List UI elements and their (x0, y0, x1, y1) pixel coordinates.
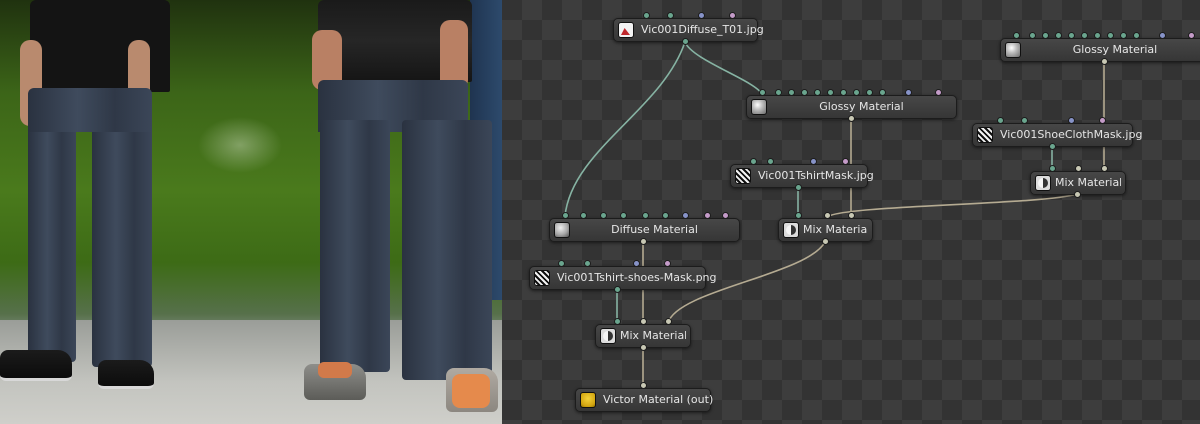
input-socket[interactable] (662, 212, 669, 219)
mix-material-icon (1035, 175, 1051, 191)
output-socket[interactable] (1074, 191, 1081, 198)
node-editor-canvas[interactable]: Vic001Diffuse_T01.jpg Glossy Material Gl… (502, 0, 1200, 424)
output-socket[interactable] (640, 344, 647, 351)
input-socket[interactable] (827, 89, 834, 96)
mask-texture-icon (735, 168, 751, 184)
input-socket[interactable] (682, 212, 689, 219)
input-socket[interactable] (620, 212, 627, 219)
node-label: Mix Material (803, 223, 868, 236)
input-socket[interactable] (814, 89, 821, 96)
input-socket[interactable] (1068, 32, 1075, 39)
input-socket[interactable] (558, 260, 565, 267)
output-socket[interactable] (614, 286, 621, 293)
input-socket[interactable] (580, 212, 587, 219)
mask-texture-icon (977, 127, 993, 143)
wire-diffuse-tex-to-glossy (684, 41, 763, 95)
input-socket[interactable] (879, 89, 886, 96)
input-socket[interactable] (853, 89, 860, 96)
input-socket[interactable] (905, 89, 912, 96)
input-socket[interactable] (759, 89, 766, 96)
input-socket[interactable] (840, 89, 847, 96)
wire-diffuse-tex-to-diffuse (564, 41, 686, 217)
node-glossy-material-2[interactable]: Glossy Material (1000, 38, 1200, 62)
input-socket[interactable] (614, 318, 621, 325)
input-socket[interactable] (642, 212, 649, 219)
mix-material-icon (600, 328, 616, 344)
input-socket[interactable] (1068, 117, 1075, 124)
input-socket[interactable] (1133, 32, 1140, 39)
input-socket[interactable] (1094, 32, 1101, 39)
input-socket[interactable] (698, 12, 705, 19)
input-socket[interactable] (667, 12, 674, 19)
input-socket[interactable] (750, 158, 757, 165)
input-socket[interactable] (704, 212, 711, 219)
sphere-material-icon (1005, 42, 1021, 58)
input-socket[interactable] (1075, 165, 1082, 172)
input-socket[interactable] (866, 89, 873, 96)
output-socket[interactable] (795, 184, 802, 191)
input-socket[interactable] (767, 158, 774, 165)
input-socket[interactable] (810, 158, 817, 165)
sphere-material-icon (554, 222, 570, 238)
sphere-material-icon (751, 99, 767, 115)
input-socket[interactable] (795, 212, 802, 219)
input-socket[interactable] (1159, 32, 1166, 39)
input-socket[interactable] (1055, 32, 1062, 39)
output-socket[interactable] (822, 238, 829, 245)
mix-material-icon (783, 222, 799, 238)
app-window: Vic001Diffuse_T01.jpg Glossy Material Gl… (0, 0, 1200, 424)
input-socket[interactable] (1120, 32, 1127, 39)
output-socket[interactable] (1101, 58, 1108, 65)
node-label: Vic001TshirtMask.jpg (758, 169, 874, 182)
input-socket[interactable] (584, 260, 591, 267)
input-socket[interactable] (640, 318, 647, 325)
node-label: Diffuse Material (611, 223, 698, 236)
output-material-icon (580, 392, 596, 408)
input-socket[interactable] (1101, 165, 1108, 172)
output-socket[interactable] (682, 38, 689, 45)
input-socket[interactable] (643, 12, 650, 19)
input-socket[interactable] (633, 260, 640, 267)
input-socket[interactable] (997, 117, 1004, 124)
node-label: Vic001ShoeClothMask.jpg (1000, 128, 1143, 141)
node-label: Victor Material (out) (603, 393, 714, 406)
input-socket[interactable] (722, 212, 729, 219)
input-socket[interactable] (1029, 32, 1036, 39)
node-label: Vic001Diffuse_T01.jpg (641, 23, 764, 36)
input-socket[interactable] (775, 89, 782, 96)
input-socket[interactable] (848, 212, 855, 219)
node-label: Mix Material (620, 329, 686, 342)
input-socket[interactable] (1188, 32, 1195, 39)
input-socket[interactable] (1099, 117, 1106, 124)
input-socket[interactable] (1081, 32, 1088, 39)
input-socket[interactable] (562, 212, 569, 219)
image-texture-icon (618, 22, 634, 38)
input-socket[interactable] (729, 12, 736, 19)
input-socket[interactable] (824, 212, 831, 219)
output-socket[interactable] (640, 238, 647, 245)
input-socket[interactable] (1107, 32, 1114, 39)
input-socket[interactable] (788, 89, 795, 96)
mask-texture-icon (534, 270, 550, 286)
output-socket[interactable] (1049, 143, 1056, 150)
input-socket[interactable] (1021, 117, 1028, 124)
node-output-material[interactable]: Victor Material (out) (575, 388, 714, 412)
node-label: Mix Material (1055, 176, 1121, 189)
input-socket[interactable] (801, 89, 808, 96)
input-socket[interactable] (935, 89, 942, 96)
input-socket[interactable] (640, 382, 647, 389)
output-socket[interactable] (848, 115, 855, 122)
input-socket[interactable] (1013, 32, 1020, 39)
input-socket[interactable] (1042, 32, 1049, 39)
input-socket[interactable] (842, 158, 849, 165)
input-socket[interactable] (665, 318, 672, 325)
render-viewport[interactable] (0, 0, 502, 424)
wire-mix-c-to-mix-b (826, 193, 1078, 218)
node-label: Glossy Material (1072, 43, 1158, 56)
node-label: Glossy Material (819, 100, 904, 113)
input-socket[interactable] (1049, 165, 1056, 172)
input-socket[interactable] (664, 260, 671, 267)
input-socket[interactable] (600, 212, 607, 219)
node-label: Vic001Tshirt-shoes-Mask.png (557, 271, 717, 284)
